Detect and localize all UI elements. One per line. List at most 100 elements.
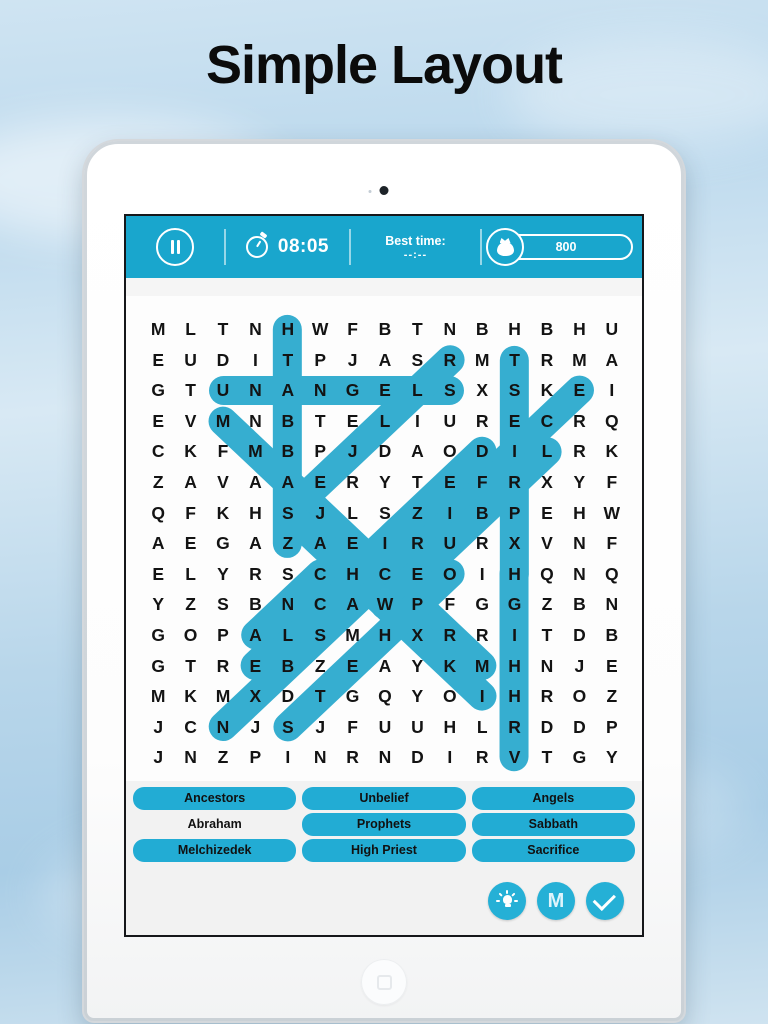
- grid-cell[interactable]: Z: [304, 651, 336, 682]
- grid-cell[interactable]: C: [531, 406, 563, 437]
- grid-cell[interactable]: P: [401, 589, 433, 620]
- grid-cell[interactable]: I: [466, 559, 498, 590]
- grid-cell[interactable]: J: [336, 345, 368, 376]
- grid-cell[interactable]: R: [531, 345, 563, 376]
- grid-cell[interactable]: T: [174, 651, 206, 682]
- grid-cell[interactable]: R: [466, 406, 498, 437]
- grid-cell[interactable]: H: [336, 559, 368, 590]
- grid-cell[interactable]: U: [174, 345, 206, 376]
- grid-cell[interactable]: J: [239, 712, 271, 743]
- grid-cell[interactable]: E: [142, 559, 174, 590]
- grid-cell[interactable]: H: [498, 681, 530, 712]
- grid-cell[interactable]: Y: [596, 742, 628, 773]
- grid-cell[interactable]: A: [272, 375, 304, 406]
- grid-cell[interactable]: H: [239, 498, 271, 529]
- grid-cell[interactable]: Z: [142, 467, 174, 498]
- grid-cell[interactable]: I: [434, 498, 466, 529]
- grid-cell[interactable]: M: [142, 314, 174, 345]
- grid-cell[interactable]: S: [369, 498, 401, 529]
- grid-cell[interactable]: X: [466, 375, 498, 406]
- grid-cell[interactable]: B: [272, 651, 304, 682]
- grid-cell[interactable]: L: [174, 314, 206, 345]
- grid-cell[interactable]: Y: [401, 651, 433, 682]
- grid-cell[interactable]: Z: [401, 498, 433, 529]
- grid-cell[interactable]: F: [174, 498, 206, 529]
- grid-cell[interactable]: I: [401, 406, 433, 437]
- grid-cell[interactable]: G: [142, 375, 174, 406]
- grid-cell[interactable]: A: [401, 436, 433, 467]
- grid-cell[interactable]: N: [304, 375, 336, 406]
- grid-cell[interactable]: E: [401, 559, 433, 590]
- grid-cell[interactable]: I: [369, 528, 401, 559]
- grid-cell[interactable]: O: [174, 620, 206, 651]
- grid-cell[interactable]: H: [434, 712, 466, 743]
- grid-cell[interactable]: G: [142, 620, 174, 651]
- grid-cell[interactable]: A: [142, 528, 174, 559]
- word-search-board[interactable]: MLTNHWFBTNBHBHUEUDITPJASRMTRMAGTUNANGELS…: [126, 296, 642, 781]
- grid-cell[interactable]: G: [563, 742, 595, 773]
- grid-cell[interactable]: M: [207, 681, 239, 712]
- grid-cell[interactable]: Z: [596, 681, 628, 712]
- grid-cell[interactable]: S: [434, 375, 466, 406]
- grid-cell[interactable]: L: [466, 712, 498, 743]
- score-display[interactable]: 800: [482, 228, 642, 266]
- grid-cell[interactable]: A: [239, 528, 271, 559]
- grid-cell[interactable]: A: [239, 467, 271, 498]
- grid-cell[interactable]: H: [369, 620, 401, 651]
- grid-cell[interactable]: U: [596, 314, 628, 345]
- grid-cell[interactable]: R: [466, 742, 498, 773]
- grid-cell[interactable]: R: [466, 620, 498, 651]
- grid-cell[interactable]: I: [498, 620, 530, 651]
- grid-cell[interactable]: B: [272, 436, 304, 467]
- grid-cell[interactable]: X: [401, 620, 433, 651]
- grid-cell[interactable]: L: [336, 498, 368, 529]
- grid-cell[interactable]: W: [304, 314, 336, 345]
- grid-cell[interactable]: F: [596, 528, 628, 559]
- grid-cell[interactable]: P: [498, 498, 530, 529]
- grid-cell[interactable]: M: [336, 620, 368, 651]
- grid-cell[interactable]: I: [272, 742, 304, 773]
- grid-cell[interactable]: T: [272, 345, 304, 376]
- grid-cell[interactable]: R: [239, 559, 271, 590]
- grid-cell[interactable]: L: [401, 375, 433, 406]
- grid-cell[interactable]: G: [466, 589, 498, 620]
- grid-cell[interactable]: R: [498, 712, 530, 743]
- grid-cell[interactable]: F: [336, 314, 368, 345]
- word-item[interactable]: Sabbath: [471, 813, 635, 836]
- grid-cell[interactable]: B: [596, 620, 628, 651]
- grid-cell[interactable]: C: [142, 436, 174, 467]
- grid-cell[interactable]: F: [434, 589, 466, 620]
- word-item[interactable]: Sacrifice: [471, 839, 635, 862]
- grid-cell[interactable]: M: [207, 406, 239, 437]
- grid-cell[interactable]: N: [272, 589, 304, 620]
- grid-cell[interactable]: R: [466, 528, 498, 559]
- grid-cell[interactable]: T: [531, 620, 563, 651]
- grid-cell[interactable]: N: [207, 712, 239, 743]
- grid-cell[interactable]: N: [596, 589, 628, 620]
- grid-cell[interactable]: R: [434, 620, 466, 651]
- grid-cell[interactable]: X: [531, 467, 563, 498]
- grid-cell[interactable]: D: [272, 681, 304, 712]
- grid-cell[interactable]: U: [401, 712, 433, 743]
- grid-cell[interactable]: R: [336, 467, 368, 498]
- grid-cell[interactable]: W: [369, 589, 401, 620]
- grid-cell[interactable]: F: [336, 712, 368, 743]
- grid-cell[interactable]: L: [369, 406, 401, 437]
- grid-cell[interactable]: E: [142, 345, 174, 376]
- grid-cell[interactable]: D: [401, 742, 433, 773]
- grid-cell[interactable]: T: [207, 314, 239, 345]
- grid-cell[interactable]: C: [174, 712, 206, 743]
- menu-button[interactable]: M: [537, 882, 575, 920]
- grid-cell[interactable]: A: [369, 345, 401, 376]
- grid-cell[interactable]: O: [434, 681, 466, 712]
- grid-cell[interactable]: K: [207, 498, 239, 529]
- grid-cell[interactable]: A: [369, 651, 401, 682]
- grid-cell[interactable]: V: [531, 528, 563, 559]
- grid-cell[interactable]: F: [596, 467, 628, 498]
- grid-cell[interactable]: R: [531, 681, 563, 712]
- grid-cell[interactable]: L: [531, 436, 563, 467]
- grid-cell[interactable]: C: [304, 559, 336, 590]
- grid-cell[interactable]: O: [434, 436, 466, 467]
- grid-cell[interactable]: H: [563, 314, 595, 345]
- grid-cell[interactable]: Y: [207, 559, 239, 590]
